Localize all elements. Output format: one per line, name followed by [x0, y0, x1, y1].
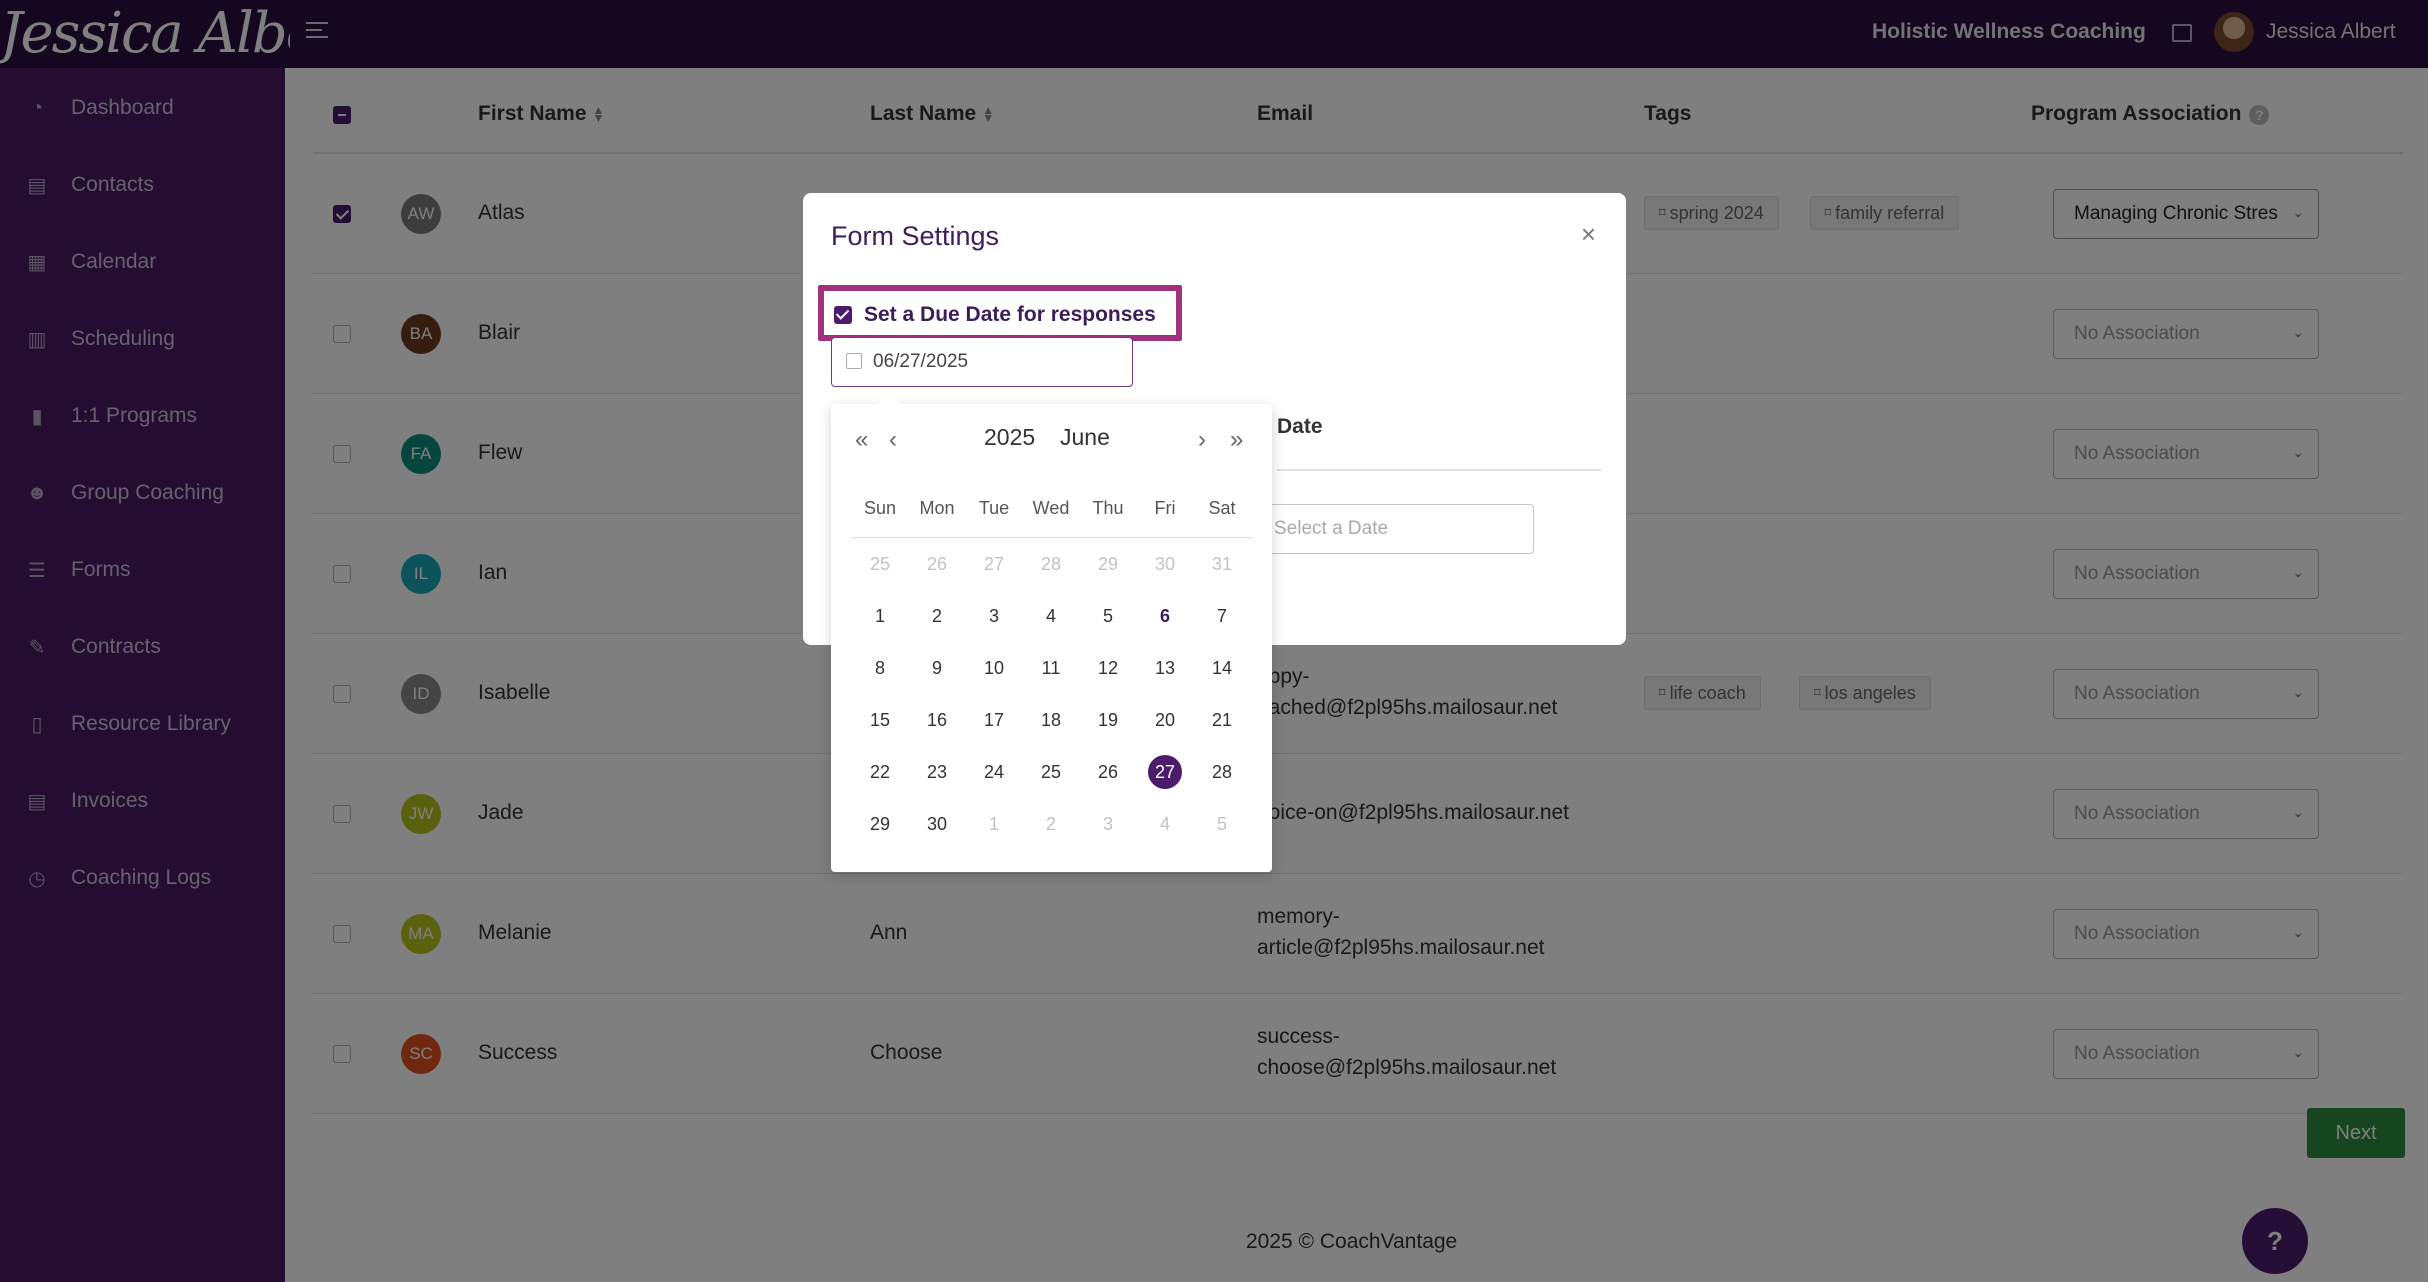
divider [1277, 469, 1601, 471]
calendar-day[interactable]: 8 [863, 651, 897, 685]
calendar-day[interactable]: 11 [1034, 651, 1068, 685]
calendar-day[interactable]: 26 [920, 547, 954, 581]
close-icon[interactable]: × [1581, 219, 1596, 250]
calendar-day[interactable]: 25 [1034, 755, 1068, 789]
calendar-day[interactable]: 1 [977, 807, 1011, 841]
calendar-day[interactable]: 1 [863, 599, 897, 633]
calendar-day[interactable]: 4 [1034, 599, 1068, 633]
next-year-icon[interactable]: » [1230, 426, 1243, 454]
calendar-day[interactable]: 26 [1091, 755, 1125, 789]
prev-month-icon[interactable]: ‹ [889, 426, 897, 454]
calendar-day[interactable]: 19 [1091, 703, 1125, 737]
calendar-day[interactable]: 31 [1205, 547, 1239, 581]
calendar-day[interactable]: 20 [1148, 703, 1182, 737]
due-date-value[interactable]: 06/27/2025 [873, 351, 968, 373]
weekday-label: Mon [919, 498, 955, 518]
calendar-day[interactable]: 15 [863, 703, 897, 737]
calendar-day[interactable]: 30 [920, 807, 954, 841]
select-date-input[interactable]: Select a Date [1258, 504, 1534, 554]
calendar-day[interactable]: 29 [1091, 547, 1125, 581]
calendar-day[interactable]: 3 [1091, 807, 1125, 841]
calendar-day[interactable]: 25 [863, 547, 897, 581]
calendar-day[interactable]: 18 [1034, 703, 1068, 737]
prev-year-icon[interactable]: « [855, 426, 868, 454]
next-month-icon[interactable]: › [1198, 426, 1206, 454]
calendar-day[interactable]: 2 [1034, 807, 1068, 841]
calendar-day[interactable]: 28 [1205, 755, 1239, 789]
calendar-icon [846, 353, 862, 369]
calendar-day[interactable]: 17 [977, 703, 1011, 737]
weekday-label: Sun [863, 498, 897, 518]
due-date-input[interactable]: 06/27/2025 [831, 337, 1133, 387]
weekday-label: Tue [978, 498, 1010, 518]
weekday-label: Fri [1154, 498, 1176, 518]
calendar-day[interactable]: 28 [1034, 547, 1068, 581]
calendar-day[interactable]: 5 [1205, 807, 1239, 841]
calendar-day[interactable]: 6 [1148, 599, 1182, 633]
calendar-day[interactable]: 27 [977, 547, 1011, 581]
calendar-day[interactable]: 21 [1205, 703, 1239, 737]
calendar-day[interactable]: 2 [920, 599, 954, 633]
modal-title: Form Settings [831, 221, 1000, 251]
calendar-day[interactable]: 16 [920, 703, 954, 737]
weekday-label: Thu [1092, 498, 1124, 518]
calendar-year[interactable]: 2025 [984, 424, 1035, 451]
due-date-label[interactable]: Set a Due Date for responses [864, 303, 1156, 327]
date-column-header: Date [1277, 415, 1323, 438]
calendar-day[interactable]: 29 [863, 807, 897, 841]
date-picker-popup: « ‹ 2025 June › » Sun Mon Tue Wed Thu Fri Sat 2… [831, 392, 1272, 872]
calendar-day[interactable]: 22 [863, 755, 897, 789]
calendar-day[interactable]: 24 [977, 755, 1011, 789]
calendar-day[interactable]: 23 [920, 755, 954, 789]
calendar-day[interactable]: 7 [1205, 599, 1239, 633]
calendar-day[interactable]: 30 [1148, 547, 1182, 581]
due-date-checkbox[interactable] [834, 306, 852, 324]
calendar-day[interactable]: 27 [1148, 755, 1182, 789]
calendar-day[interactable]: 14 [1205, 651, 1239, 685]
calendar-day[interactable]: 4 [1148, 807, 1182, 841]
calendar-day[interactable]: 13 [1148, 651, 1182, 685]
calendar-day[interactable]: 12 [1091, 651, 1125, 685]
due-date-toggle-highlight[interactable]: Set a Due Date for responses [818, 285, 1182, 341]
weekday-label: Sat [1208, 498, 1236, 518]
calendar-divider [851, 537, 1253, 538]
calendar-day[interactable]: 10 [977, 651, 1011, 685]
calendar-month[interactable]: June [1060, 424, 1110, 451]
weekday-label: Wed [1032, 498, 1070, 518]
calendar-day[interactable]: 3 [977, 599, 1011, 633]
calendar-day[interactable]: 5 [1091, 599, 1125, 633]
calendar-day[interactable]: 9 [920, 651, 954, 685]
